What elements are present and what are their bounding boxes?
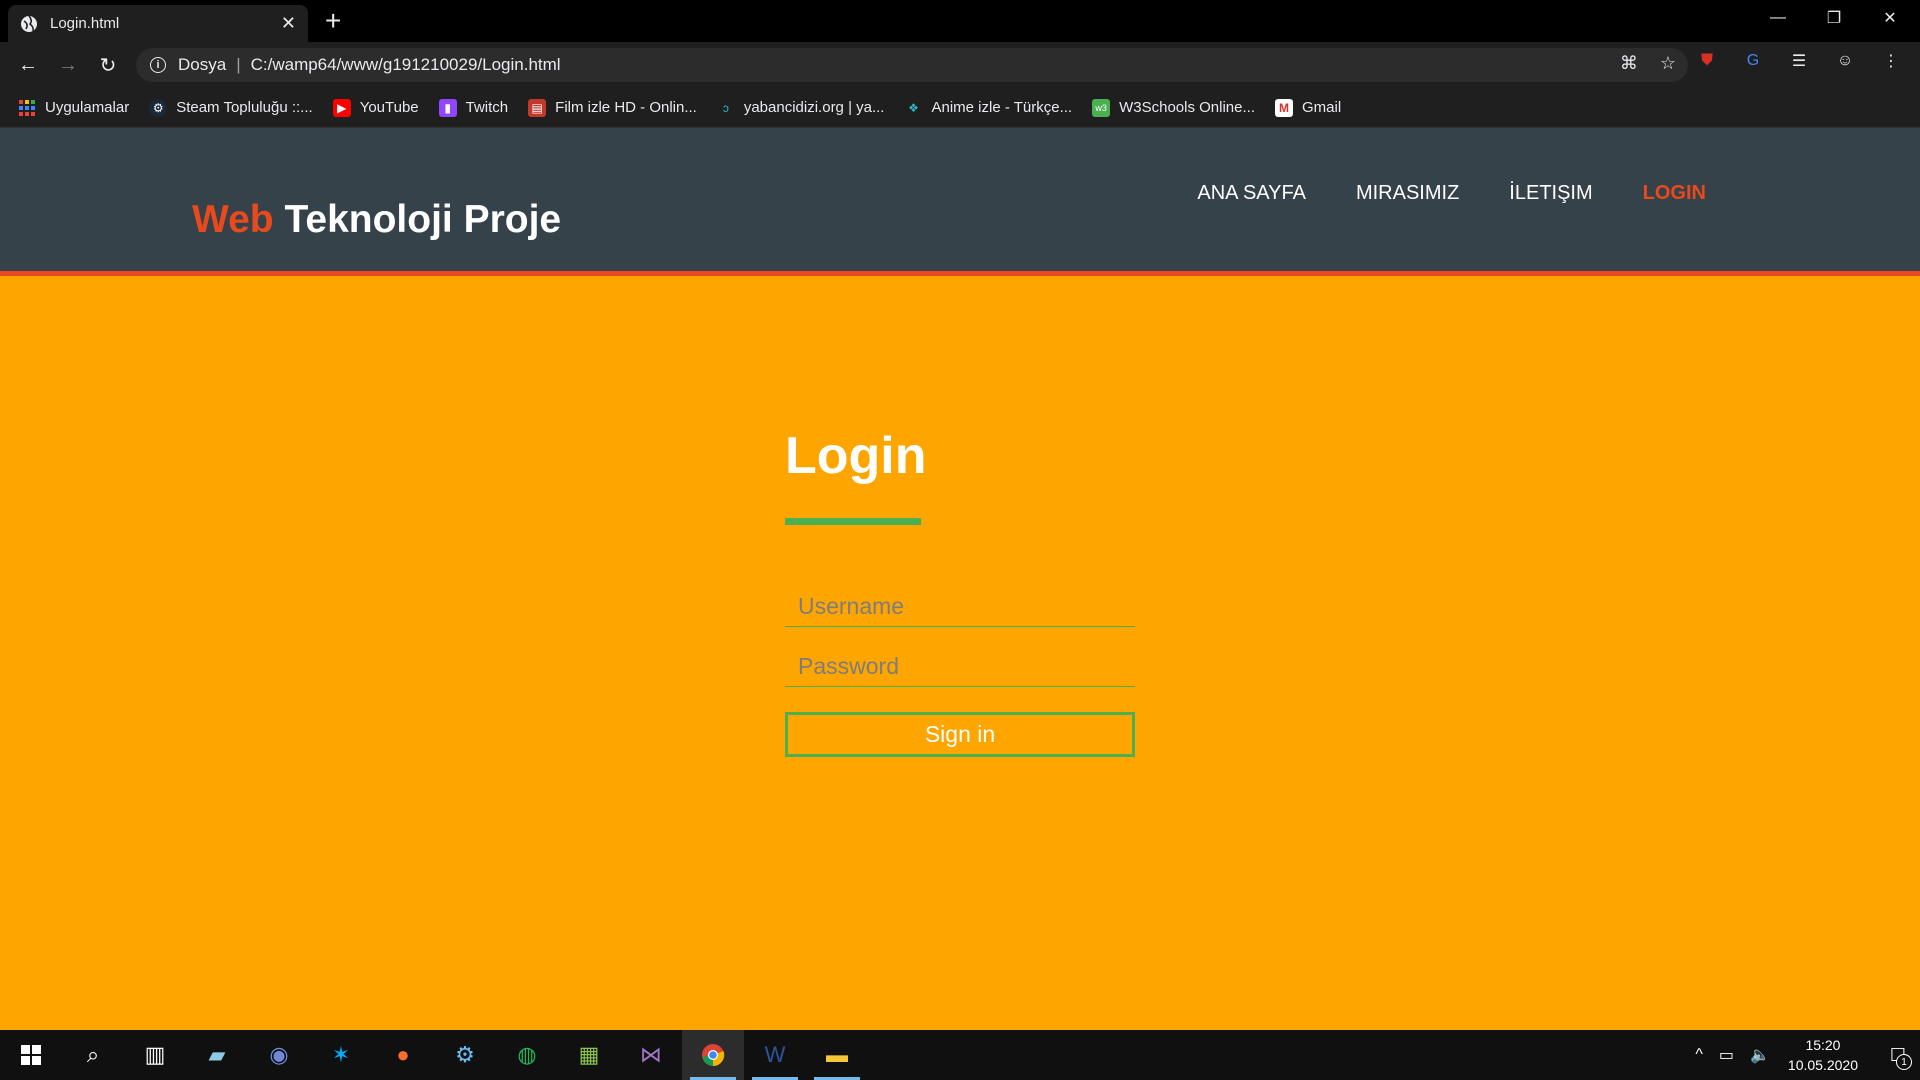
extensions-area: ⛊ G ☰ ☺ ⋮ — [1696, 50, 1902, 72]
spotify-icon[interactable]: ◍ — [496, 1030, 558, 1080]
task-view-icon[interactable]: ▥ — [124, 1030, 186, 1080]
login-title: Login — [785, 427, 927, 485]
media-control-icon[interactable]: ☰ — [1788, 50, 1810, 72]
reload-icon[interactable]: ↻ — [94, 51, 122, 79]
twitch-icon: ▮ — [438, 98, 457, 117]
visual-studio-icon[interactable]: ⋈ — [620, 1030, 682, 1080]
username-input[interactable] — [785, 587, 1135, 627]
profile-avatar-icon[interactable]: ☺ — [1834, 50, 1856, 72]
discord-icon[interactable]: ◉ — [248, 1030, 310, 1080]
site-info-icon[interactable]: i — [150, 57, 166, 73]
login-form: Login Sign in — [785, 430, 1135, 757]
bookmark-label: YouTube — [359, 99, 419, 116]
tab-title: Login.html — [50, 15, 120, 32]
minecraft-icon[interactable]: ▦ — [558, 1030, 620, 1080]
site-header: Web Teknoloji Proje ANA SAYFA MIRASIMIZ … — [0, 128, 1920, 276]
close-window-icon[interactable]: ✕ — [1862, 0, 1918, 36]
notes-app-icon[interactable]: ▰ — [186, 1030, 248, 1080]
bookmark-label: Film izle HD - Onlin... — [555, 99, 697, 116]
system-tray: ^ ▭ 🔈 15:20 10.05.2020 ☐ 1 — [1687, 1030, 1920, 1080]
new-tab-button[interactable]: + — [325, 7, 341, 35]
windows-taskbar: ⌕ ▥ ▰ ◉ ✶ ● ⚙ ◍ ▦ ⋈ W ▬ ^ ▭ 🔈 15:20 10.0… — [0, 1030, 1920, 1080]
title-underline — [785, 518, 921, 525]
password-input[interactable] — [785, 647, 1135, 687]
w3schools-icon: w3 — [1092, 98, 1111, 117]
sign-in-button[interactable]: Sign in — [785, 712, 1135, 757]
site-brand: Web Teknoloji Proje — [192, 198, 561, 242]
main-nav: ANA SAYFA MIRASIMIZ İLETIŞIM LOGIN — [1197, 182, 1706, 205]
notification-count: 1 — [1896, 1054, 1912, 1070]
bookmark-label: Uygulamalar — [45, 99, 130, 116]
browser-toolbar: ← → ↻ i Dosya | C:/wamp64/www/g191210029… — [0, 42, 1920, 88]
bookmark-star-icon[interactable]: ☆ — [1660, 53, 1676, 74]
bookmark-item[interactable]: Uygulamalar — [18, 99, 129, 117]
bookmark-item[interactable]: ↄ yabancidizi.org | ya... — [717, 99, 885, 117]
gmail-icon: M — [1275, 98, 1293, 117]
nav-link-iletisim[interactable]: İLETIŞIM — [1509, 182, 1592, 205]
address-bar-actions: ⌘ ☆ — [1620, 53, 1676, 74]
bookmark-item[interactable]: ▶ YouTube — [332, 98, 419, 117]
file-explorer-icon[interactable]: ▬ — [806, 1030, 868, 1080]
bookmark-item[interactable]: ❖ Anime izle - Türkçe... — [904, 99, 1072, 117]
volume-icon[interactable]: 🔈 — [1750, 1045, 1770, 1065]
forward-arrow-icon[interactable]: → — [54, 51, 82, 79]
address-bar[interactable]: i Dosya | C:/wamp64/www/g191210029/Login… — [136, 48, 1688, 82]
bookmark-label: Gmail — [1302, 99, 1342, 116]
battlenet-icon[interactable]: ✶ — [310, 1030, 372, 1080]
steam-app-icon[interactable]: ⚙ — [434, 1030, 496, 1080]
chrome-taskbar-icon[interactable] — [682, 1030, 744, 1080]
clock-date: 10.05.2020 — [1787, 1057, 1858, 1073]
bookmark-label: yabancidizi.org | ya... — [743, 99, 885, 116]
minimize-window-icon[interactable]: — — [1750, 0, 1806, 36]
word-icon[interactable]: W — [744, 1030, 806, 1080]
nav-link-mirasimiz[interactable]: MIRASIMIZ — [1356, 182, 1459, 205]
address-separator: | — [236, 55, 241, 74]
chevron-up-icon[interactable]: ^ — [1695, 1046, 1703, 1064]
bookmark-item[interactable]: ▮ Twitch — [438, 98, 509, 117]
translate-icon[interactable]: ⌘ — [1620, 53, 1638, 74]
brand-name: Teknoloji Proje — [273, 198, 562, 241]
anime-icon: ❖ — [908, 100, 919, 115]
brand-highlight: Web — [192, 198, 274, 241]
browser-tab-bar: Login.html ✕ + — ❐ ✕ — [0, 0, 1920, 42]
bookmark-label: W3Schools Online... — [1119, 99, 1255, 116]
youtube-icon: ▶ — [332, 98, 351, 117]
bookmark-label: Twitch — [465, 99, 509, 116]
clock-time: 15:20 — [1805, 1037, 1841, 1053]
steam-icon: ⚙ — [149, 98, 168, 117]
windows-start-icon[interactable] — [0, 1030, 62, 1080]
bookmarks-bar: Uygulamalar ⚙ Steam Topluluğu ::... ▶ Yo… — [0, 88, 1920, 128]
origin-icon[interactable]: ● — [372, 1030, 434, 1080]
network-icon[interactable]: ▭ — [1719, 1045, 1734, 1065]
address-url: C:/wamp64/www/g191210029/Login.html — [250, 55, 561, 74]
bookmark-item[interactable]: M Gmail — [1275, 98, 1342, 117]
nav-link-ana-sayfa[interactable]: ANA SAYFA — [1197, 182, 1306, 205]
search-icon[interactable]: ⌕ — [62, 1030, 124, 1080]
browser-tab[interactable]: Login.html ✕ — [8, 5, 308, 42]
bookmark-item[interactable]: ⚙ Steam Topluluğu ::... — [149, 98, 313, 117]
restore-window-icon[interactable]: ❐ — [1806, 0, 1862, 36]
yabancidizi-icon: ↄ — [722, 100, 729, 115]
notification-center-icon[interactable]: ☐ 1 — [1876, 1030, 1920, 1080]
menu-dots-icon[interactable]: ⋮ — [1880, 50, 1902, 72]
nav-link-login[interactable]: LOGIN — [1643, 182, 1706, 205]
bookmark-item[interactable]: ▤ Film izle HD - Onlin... — [528, 98, 697, 117]
close-tab-icon[interactable]: ✕ — [281, 13, 296, 34]
google-translate-extension-icon[interactable]: G — [1742, 50, 1764, 72]
system-clock[interactable]: 15:20 10.05.2020 — [1788, 1035, 1858, 1075]
apps-grid-icon — [18, 99, 36, 117]
bookmark-label: Anime izle - Türkçe... — [931, 99, 1073, 116]
film-icon: ▤ — [528, 98, 547, 117]
address-scheme: Dosya — [178, 55, 227, 74]
bookmark-item[interactable]: w3 W3Schools Online... — [1092, 98, 1255, 117]
globe-icon — [20, 15, 38, 33]
bookmark-label: Steam Topluluğu ::... — [176, 99, 313, 116]
back-arrow-icon[interactable]: ← — [14, 51, 42, 79]
shield-extension-icon[interactable]: ⛊ — [1696, 50, 1718, 72]
